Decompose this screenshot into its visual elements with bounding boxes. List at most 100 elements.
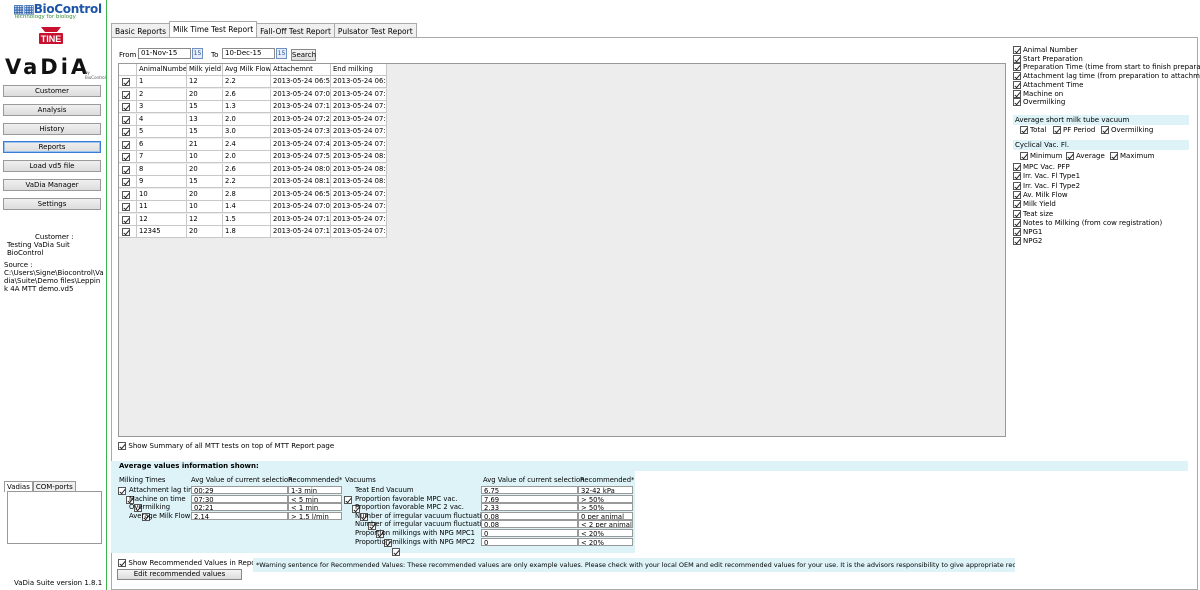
option-checkbox[interactable] <box>1020 152 1028 160</box>
option-top-5[interactable]: Machine on <box>1013 89 1063 99</box>
option-bottom-3[interactable]: Av. Milk Flow <box>1013 190 1068 200</box>
to-calendar-icon[interactable]: 15 <box>276 48 287 59</box>
mtt-grid[interactable]: AnimalNumber Milk yield Avg Milk Flow Attac… <box>118 63 1006 437</box>
grid-col-header[interactable]: End milking <box>331 64 387 76</box>
vacuums-row-recommended[interactable]: > 50% <box>578 494 633 503</box>
table-row[interactable]: 3151.32013-05-24 07:102013-05-24 07:21 <box>119 101 387 113</box>
option-top-1[interactable]: Start Preparation <box>1013 54 1083 64</box>
option-checkbox[interactable] <box>1013 54 1021 63</box>
table-row[interactable]: 4132.02013-05-24 07:242013-05-24 07:31 <box>119 113 387 126</box>
row-select[interactable] <box>119 226 137 238</box>
table-row[interactable]: 10202.82013-05-24 06:582013-05-24 07:06 <box>119 188 387 201</box>
table-row[interactable]: 6212.42013-05-24 07:442013-05-24 07:53 <box>119 138 387 151</box>
vacuums-row-value[interactable]: 2.33 <box>481 503 578 512</box>
vacuums-row-value[interactable]: 0 <box>481 529 578 537</box>
vacuums-row-value[interactable]: 0 <box>481 537 578 546</box>
table-row[interactable]: 9152.22013-05-24 08:132013-05-24 08:20 <box>119 176 387 188</box>
option-checkbox[interactable] <box>1013 80 1021 89</box>
option-cyclical-1[interactable]: Average <box>1066 152 1105 161</box>
table-row[interactable]: 5153.02013-05-24 07:332013-05-24 07:38 <box>119 126 387 138</box>
row-select[interactable] <box>119 76 137 88</box>
option-checkbox[interactable] <box>1110 152 1118 160</box>
vacuums-row-checkbox[interactable] <box>344 496 352 504</box>
show-summary-option[interactable]: Show Summary of all MTT tests on top of … <box>118 441 334 450</box>
grid-col-header[interactable]: AnimalNumber <box>137 64 187 76</box>
option-checkbox[interactable] <box>1101 126 1109 134</box>
option-bottom-6[interactable]: Notes to Milking (from cow registration) <box>1013 218 1162 228</box>
milking-row-value[interactable]: 02:21 <box>191 503 288 512</box>
row-checkbox[interactable] <box>122 203 130 211</box>
vacuums-row-value[interactable]: 0.08 <box>481 511 578 520</box>
option-checkbox[interactable] <box>1020 126 1028 134</box>
option-top-6[interactable]: Overmilking <box>1013 98 1065 107</box>
option-cyclical-2[interactable]: Maximum <box>1110 152 1155 161</box>
option-checkbox[interactable] <box>1013 89 1021 98</box>
option-checkbox[interactable] <box>1013 98 1021 107</box>
show-recommended-checkbox[interactable] <box>118 559 126 567</box>
vacuums-row-recommended[interactable]: < 20% <box>578 537 633 546</box>
row-select[interactable] <box>119 101 137 113</box>
vacuums-row-value[interactable]: 6.75 <box>481 486 578 494</box>
option-bottom-7[interactable]: NPG1 <box>1013 228 1042 237</box>
option-bottom-5[interactable]: Teat size <box>1013 209 1053 219</box>
row-select[interactable] <box>119 188 137 201</box>
nav-reports-button[interactable]: Reports <box>3 141 101 153</box>
grid-col-header[interactable]: Avg Milk Flow <box>223 64 271 76</box>
table-row[interactable]: 2202.62013-05-24 07:002013-05-24 07:08 <box>119 88 387 101</box>
option-checkbox[interactable] <box>1013 218 1021 227</box>
option-bottom-4[interactable]: Milk Yield <box>1013 200 1056 209</box>
option-checkbox[interactable] <box>1013 228 1021 237</box>
option-cyclical-0[interactable]: Minimum <box>1020 152 1062 161</box>
table-row[interactable]: 1122.22013-05-24 06:502013-05-24 06:56 <box>119 76 387 88</box>
option-top-4[interactable]: Attachment Time <box>1013 80 1083 90</box>
milking-row-recommended[interactable]: > 1.5 l/min <box>288 511 342 520</box>
show-summary-checkbox[interactable] <box>118 442 126 450</box>
milking-row-value[interactable]: 00:29 <box>191 486 288 494</box>
search-button[interactable]: Search <box>291 49 316 61</box>
option-checkbox[interactable] <box>1013 209 1021 218</box>
vacuums-row-checkbox[interactable] <box>392 547 400 556</box>
option-short-tube-0[interactable]: Total <box>1020 126 1046 135</box>
option-bottom-8[interactable]: NPG2 <box>1013 237 1042 246</box>
row-checkbox[interactable] <box>122 190 130 199</box>
row-select[interactable] <box>119 88 137 101</box>
milking-row-recommended[interactable]: < 5 min <box>288 494 342 503</box>
table-row[interactable]: 7102.02013-05-24 07:552013-05-24 08:00 <box>119 151 387 163</box>
row-checkbox[interactable] <box>122 115 130 124</box>
option-top-2[interactable]: Preparation Time (time from start to fin… <box>1013 63 1200 72</box>
option-top-0[interactable]: Animal Number <box>1013 46 1078 55</box>
row-checkbox[interactable] <box>122 165 130 174</box>
row-checkbox[interactable] <box>122 140 130 149</box>
option-checkbox[interactable] <box>1013 46 1021 54</box>
from-date-input[interactable]: 01-Nov-15 <box>138 48 191 59</box>
row-checkbox[interactable] <box>122 178 130 186</box>
option-short-tube-2[interactable]: Overmilking <box>1101 126 1153 135</box>
vacuums-row-recommended[interactable]: > 50% <box>578 503 633 512</box>
option-bottom-1[interactable]: Irr. Vac. Fl Type1 <box>1013 172 1080 181</box>
table-row[interactable]: 11101.42013-05-24 07:092013-05-24 07:16 <box>119 201 387 213</box>
row-checkbox[interactable] <box>122 103 130 111</box>
row-select[interactable] <box>119 213 137 226</box>
option-checkbox[interactable] <box>1013 181 1021 190</box>
row-checkbox[interactable] <box>122 153 130 161</box>
row-select[interactable] <box>119 201 137 213</box>
nav-customer-button[interactable]: Customer <box>3 85 101 97</box>
table-row[interactable]: 12345 20 1.8 2013-05-24 07:10 2013-05-24 07:… <box>119 226 387 238</box>
row-select[interactable] <box>119 138 137 151</box>
row-checkbox[interactable] <box>122 128 130 136</box>
vacuums-row-recommended[interactable]: < 20% <box>578 529 633 537</box>
nav-load-vd5-button[interactable]: Load vd5 file <box>3 160 101 172</box>
vacuums-row-recommended[interactable]: 0 per animal <box>578 511 633 520</box>
option-checkbox[interactable] <box>1013 190 1021 199</box>
row-checkbox[interactable] <box>122 78 130 86</box>
vacuums-row-recommended[interactable]: 32-42 kPa <box>578 486 633 494</box>
milking-row-checkbox[interactable] <box>118 487 126 495</box>
nav-analysis-button[interactable]: Analysis <box>3 104 101 116</box>
row-select[interactable] <box>119 151 137 163</box>
to-date-input[interactable]: 10-Dec-15 <box>222 48 275 59</box>
option-short-tube-1[interactable]: PF Period <box>1053 126 1095 135</box>
nav-settings-button[interactable]: Settings <box>3 198 101 210</box>
option-bottom-0[interactable]: MPC Vac. PFP <box>1013 163 1070 172</box>
option-checkbox[interactable] <box>1013 172 1021 181</box>
milking-row-recommended[interactable]: < 1 min <box>288 503 342 512</box>
